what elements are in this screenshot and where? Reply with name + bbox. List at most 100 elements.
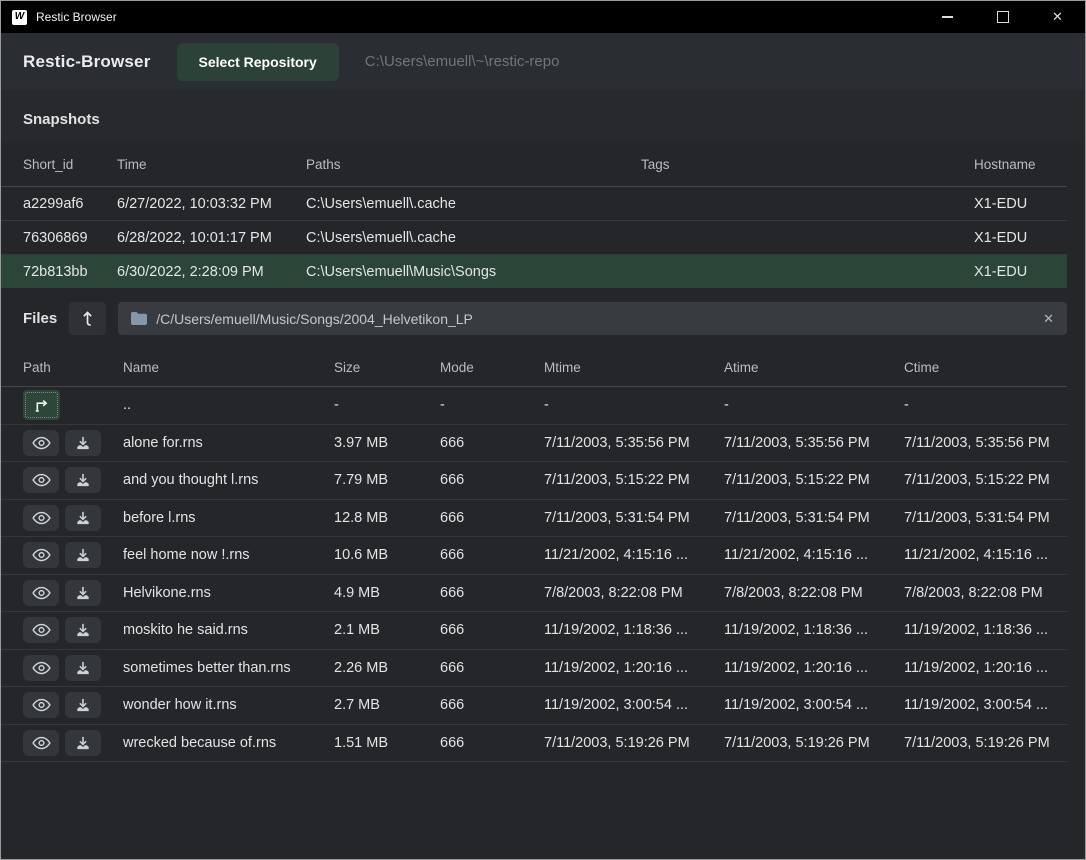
file-mode: 666 (440, 585, 544, 601)
file-row[interactable]: wonder how it.rns 2.7 MB 666 11/19/2002,… (1, 687, 1067, 725)
file-ctime: 11/19/2002, 3:00:54 ... (904, 697, 1067, 713)
download-file-button[interactable] (65, 617, 101, 643)
files-section-title: Files (23, 310, 57, 327)
preview-file-button[interactable] (23, 505, 59, 531)
window-controls: ✕ (920, 1, 1085, 33)
preview-file-button[interactable] (23, 655, 59, 681)
snapshot-time: 6/28/2022, 10:01:17 PM (117, 230, 306, 246)
file-atime: 11/19/2002, 1:20:16 ... (724, 660, 904, 676)
column-size: Size (334, 360, 440, 375)
column-atime: Atime (724, 360, 904, 375)
file-row[interactable]: and you thought l.rns 7.79 MB 666 7/11/2… (1, 462, 1067, 500)
snapshots-section-title: Snapshots (1, 90, 1085, 143)
preview-file-button[interactable] (23, 730, 59, 756)
minimize-button[interactable] (920, 1, 975, 33)
file-row[interactable]: Helvikone.rns 4.9 MB 666 7/8/2003, 8:22:… (1, 575, 1067, 613)
file-atime: 11/19/2002, 1:18:36 ... (724, 622, 904, 638)
snapshot-row[interactable]: 72b813bb 6/30/2022, 2:28:09 PM C:\Users\… (1, 255, 1067, 288)
current-path-input[interactable]: /C/Users/emuell/Music/Songs/2004_Helveti… (118, 302, 1067, 335)
file-mtime: 7/8/2003, 8:22:08 PM (544, 585, 724, 601)
preview-file-button[interactable] (23, 467, 59, 493)
file-ctime: - (904, 397, 1067, 413)
file-row[interactable]: wrecked because of.rns 1.51 MB 666 7/11/… (1, 725, 1067, 763)
download-icon (76, 436, 90, 450)
file-name: alone for.rns (123, 435, 334, 451)
close-button[interactable]: ✕ (1030, 1, 1085, 33)
column-hostname: Hostname (974, 157, 1067, 172)
current-path-value: /C/Users/emuell/Music/Songs/2004_Helveti… (156, 311, 1034, 327)
column-tags: Tags (641, 157, 974, 172)
column-ctime: Ctime (904, 360, 1067, 375)
download-icon (76, 511, 90, 525)
snapshot-row[interactable]: a2299af6 6/27/2022, 10:03:32 PM C:\Users… (1, 187, 1067, 221)
file-size: 2.1 MB (334, 622, 440, 638)
eye-icon (32, 436, 51, 450)
download-file-button[interactable] (65, 692, 101, 718)
preview-file-button[interactable] (23, 617, 59, 643)
file-row[interactable]: alone for.rns 3.97 MB 666 7/11/2003, 5:3… (1, 425, 1067, 463)
titlebar: W Restic Browser ✕ (1, 1, 1085, 33)
file-ctime: 7/11/2003, 5:19:26 PM (904, 735, 1067, 751)
snapshot-paths: C:\Users\emuell\.cache (306, 196, 641, 212)
file-name: and you thought l.rns (123, 472, 334, 488)
files-bar: Files /C/Users/emuell/Music/Songs/2004_H… (1, 288, 1085, 348)
app-header: Restic-Browser Select Repository C:\User… (1, 33, 1085, 90)
eye-icon (32, 586, 51, 600)
eye-icon (32, 623, 51, 637)
column-name: Name (123, 360, 334, 375)
file-row[interactable]: sometimes better than.rns 2.26 MB 666 11… (1, 650, 1067, 688)
download-file-button[interactable] (65, 467, 101, 493)
file-size: 1.51 MB (334, 735, 440, 751)
file-mode: 666 (440, 622, 544, 638)
parent-directory-row[interactable]: .. - - - - - (1, 387, 1067, 425)
clear-icon: ✕ (1043, 311, 1054, 326)
file-atime: 7/8/2003, 8:22:08 PM (724, 585, 904, 601)
preview-file-button[interactable] (23, 580, 59, 606)
file-ctime: 11/19/2002, 1:20:16 ... (904, 660, 1067, 676)
file-mtime: 7/11/2003, 5:19:26 PM (544, 735, 724, 751)
column-mtime: Mtime (544, 360, 724, 375)
path-up-button[interactable] (69, 302, 106, 335)
download-icon (76, 586, 90, 600)
snapshot-row[interactable]: 76306869 6/28/2022, 10:01:17 PM C:\Users… (1, 221, 1067, 255)
download-file-button[interactable] (65, 655, 101, 681)
go-parent-directory-button[interactable] (23, 390, 60, 420)
eye-icon (32, 548, 51, 562)
eye-icon (32, 698, 51, 712)
column-mode: Mode (440, 360, 544, 375)
download-file-button[interactable] (65, 430, 101, 456)
file-row[interactable]: feel home now !.rns 10.6 MB 666 11/21/20… (1, 537, 1067, 575)
maximize-button[interactable] (975, 1, 1030, 33)
file-row[interactable]: before l.rns 12.8 MB 666 7/11/2003, 5:31… (1, 500, 1067, 538)
file-mtime: 7/11/2003, 5:31:54 PM (544, 510, 724, 526)
folder-icon (131, 312, 147, 325)
preview-file-button[interactable] (23, 542, 59, 568)
download-file-button[interactable] (65, 542, 101, 568)
file-ctime: 7/11/2003, 5:35:56 PM (904, 435, 1067, 451)
file-atime: 7/11/2003, 5:31:54 PM (724, 510, 904, 526)
file-size: 10.6 MB (334, 547, 440, 563)
file-mode: - (440, 397, 544, 413)
file-mtime: 11/19/2002, 1:18:36 ... (544, 622, 724, 638)
download-file-button[interactable] (65, 580, 101, 606)
preview-file-button[interactable] (23, 430, 59, 456)
clear-path-button[interactable]: ✕ (1043, 312, 1054, 325)
column-path: Path (23, 360, 123, 375)
download-file-button[interactable] (65, 730, 101, 756)
file-size: 2.26 MB (334, 660, 440, 676)
select-repository-button[interactable]: Select Repository (177, 43, 339, 81)
preview-file-button[interactable] (23, 692, 59, 718)
file-row[interactable]: moskito he said.rns 2.1 MB 666 11/19/200… (1, 612, 1067, 650)
file-ctime: 11/21/2002, 4:15:16 ... (904, 547, 1067, 563)
snapshot-hostname: X1-EDU (974, 196, 1067, 212)
file-name: wonder how it.rns (123, 697, 334, 713)
snapshot-paths: C:\Users\emuell\.cache (306, 230, 641, 246)
file-atime: 11/19/2002, 3:00:54 ... (724, 697, 904, 713)
download-file-button[interactable] (65, 505, 101, 531)
file-mtime: - (544, 397, 724, 413)
file-mode: 666 (440, 472, 544, 488)
wails-logo-icon: W (12, 10, 27, 25)
column-time: Time (117, 157, 306, 172)
snapshot-time: 6/27/2022, 10:03:32 PM (117, 196, 306, 212)
file-mode: 666 (440, 697, 544, 713)
